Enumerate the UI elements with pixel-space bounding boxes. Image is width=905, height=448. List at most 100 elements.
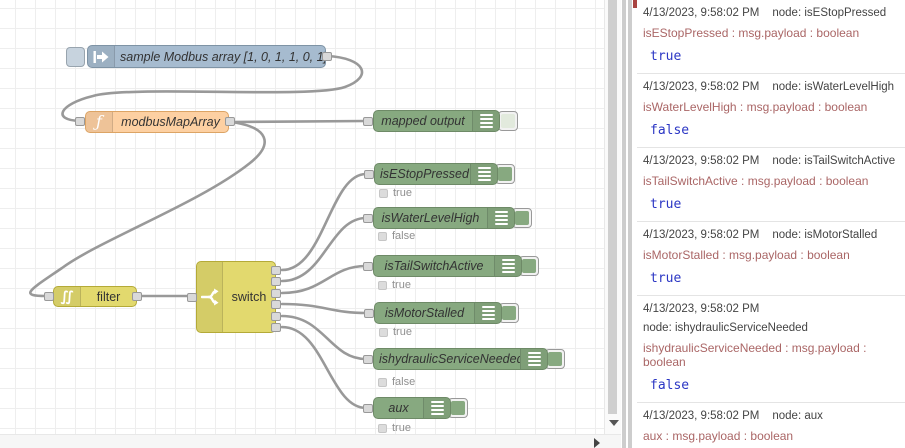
status-dot-icon: [379, 188, 388, 198]
debug-sidebar-icon: [520, 349, 547, 369]
debug-input-port[interactable]: [364, 170, 374, 179]
function-input-port[interactable]: [75, 117, 85, 126]
debug-input-port[interactable]: [364, 309, 374, 318]
debug-node-isestoppressed[interactable]: isEStopPressed: [374, 163, 498, 185]
switch-output-port-6[interactable]: [271, 323, 281, 332]
status-dot-icon: [378, 423, 387, 433]
canvas-horizontal-scrollbar[interactable]: [0, 434, 621, 448]
debug-node-ismotorstalled[interactable]: isMotorStalled: [374, 302, 502, 324]
debug-message-value[interactable]: false: [643, 378, 901, 393]
debug-node-label: isEStopPressed: [380, 167, 469, 181]
debug-toggle-iswaterlevelhigh[interactable]: [512, 208, 532, 228]
vertical-scrollbar-thumb[interactable]: [608, 0, 617, 414]
debug-message-node: node: aux: [772, 410, 823, 422]
flow-canvas[interactable]: sample Modbus array [1, 0, 1, 1, 0, 1] ƒ…: [0, 0, 606, 434]
debug-node-aux[interactable]: aux: [373, 397, 451, 419]
scroll-down-arrow-icon[interactable]: [609, 420, 619, 426]
debug-node-ishydraulicserviceneeded[interactable]: ishydraulicServiceNeeded: [373, 348, 548, 370]
node-red-editor: sample Modbus array [1, 0, 1, 1, 0, 1] ƒ…: [0, 0, 905, 448]
filter-input-port[interactable]: [44, 292, 54, 301]
debug-message-value[interactable]: false: [643, 123, 901, 138]
inject-node-label: sample Modbus array [1, 0, 1, 1, 0, 1]: [120, 49, 325, 64]
debug-message: 4/13/2023, 9:58:02 PM node: isEStopPresse…: [637, 0, 905, 74]
debug-message-value[interactable]: true: [643, 49, 901, 64]
debug-toggle-isestoppressed[interactable]: [495, 164, 515, 184]
debug-message: 4/13/2023, 9:58:02 PM node: isWaterLevelH…: [637, 74, 905, 148]
inject-node[interactable]: sample Modbus array [1, 0, 1, 1, 0, 1]: [87, 45, 326, 68]
inject-arrow-icon: [88, 46, 115, 67]
debug-input-port[interactable]: [363, 355, 373, 364]
status-dot-icon: [378, 377, 387, 387]
function-output-port[interactable]: [225, 117, 235, 126]
filter-icon: ∬: [54, 287, 81, 306]
switch-output-port-2[interactable]: [271, 277, 281, 286]
switch-output-port-1[interactable]: [271, 266, 281, 275]
debug-sidebar-icon: [474, 303, 501, 323]
function-icon: ƒ: [86, 112, 113, 132]
debug-message-value[interactable]: true: [643, 271, 901, 286]
debug-input-port[interactable]: [363, 262, 373, 271]
debug-message-timestamp: 4/13/2023, 9:58:02 PM: [643, 81, 760, 93]
debug-message-timestamp: 4/13/2023, 9:58:02 PM: [643, 7, 760, 19]
switch-output-port-5[interactable]: [271, 312, 281, 321]
debug-message-node: node: isMotorStalled: [772, 229, 878, 241]
debug-message-meta: aux : msg.payload : boolean: [643, 429, 794, 443]
debug-message-node: node: ishydraulicServiceNeeded: [643, 322, 808, 334]
wire-function-to-mapped-output[interactable]: [229, 119, 368, 124]
debug-toggle-istailswitchactive[interactable]: [519, 256, 539, 276]
filter-node[interactable]: ∬ filter: [53, 286, 137, 307]
debug-message-timestamp: 4/13/2023, 9:58:02 PM: [643, 155, 760, 167]
debug-input-port[interactable]: [363, 404, 373, 413]
debug-toggle-ismotorstalled[interactable]: [499, 303, 519, 323]
debug-toggle-ishydraulicserviceneeded[interactable]: [545, 349, 565, 369]
function-node-label: modbusMapArray: [121, 115, 220, 129]
debug-message-node: node: isWaterLevelHigh: [772, 81, 895, 93]
debug-message-node: node: isTailSwitchActive: [772, 155, 896, 167]
switch-output-port-4[interactable]: [271, 300, 281, 309]
debug-toggle-aux[interactable]: [448, 398, 468, 418]
function-node[interactable]: ƒ modbusMapArray: [85, 111, 229, 133]
debug-node-label: mapped output: [381, 114, 465, 128]
switch-input-port[interactable]: [187, 293, 197, 302]
inject-button[interactable]: [66, 47, 85, 67]
debug-sidebar-panel[interactable]: 4/13/2023, 9:58:02 PM node: isEStopPresse…: [637, 0, 905, 448]
switch-fork-icon: [197, 262, 223, 332]
node-status: true: [378, 279, 411, 291]
separator-bar: [628, 0, 632, 448]
debug-node-label: isWaterLevelHigh: [381, 211, 480, 225]
debug-message-meta: isEStopPressed : msg.payload : boolean: [643, 26, 860, 40]
filter-output-port[interactable]: [132, 292, 142, 301]
debug-message-meta: isWaterLevelHigh : msg.payload : boolean: [643, 100, 868, 114]
debug-message: 4/13/2023, 9:58:02 PM node: isMotorStalle…: [637, 222, 905, 296]
debug-node-istailswitchactive[interactable]: isTailSwitchActive: [373, 255, 522, 277]
panel-separator[interactable]: [621, 0, 638, 448]
debug-node-iswaterlevelhigh[interactable]: isWaterLevelHigh: [373, 207, 515, 229]
status-dot-icon: [379, 327, 388, 337]
debug-message-meta: ishydraulicServiceNeeded : msg.payload :…: [643, 341, 867, 369]
debug-node-mapped-output[interactable]: mapped output: [373, 110, 500, 132]
canvas-vertical-scrollbar[interactable]: [604, 0, 621, 434]
wire-switch-to-aux[interactable]: [280, 325, 368, 410]
debug-message-timestamp: 4/13/2023, 9:58:02 PM: [643, 229, 760, 241]
debug-message-value[interactable]: true: [643, 197, 901, 212]
status-dot-icon: [378, 231, 387, 241]
debug-input-port[interactable]: [363, 214, 373, 223]
filter-node-label: filter: [96, 289, 121, 304]
scroll-right-arrow-icon[interactable]: [594, 438, 600, 448]
node-status: false: [378, 376, 415, 388]
switch-node[interactable]: switch: [196, 261, 276, 333]
debug-node-label: isMotorStalled: [384, 306, 465, 320]
debug-sidebar-icon: [494, 256, 521, 276]
wire-switch-to-ismotorstalled[interactable]: [280, 302, 369, 315]
debug-sidebar-icon: [423, 398, 450, 418]
debug-message: 4/13/2023, 9:58:02 PM node: isTailSwitchA…: [637, 148, 905, 222]
wire-switch-to-ishydraulicserviceneeded[interactable]: [280, 314, 368, 361]
inject-output-port[interactable]: [322, 52, 332, 61]
debug-input-port[interactable]: [363, 117, 373, 126]
debug-node-label: aux: [388, 401, 409, 415]
debug-message-node: node: isEStopPressed: [772, 7, 887, 19]
debug-message: 4/13/2023, 9:58:02 PM node: aux aux : msg…: [637, 403, 905, 448]
debug-toggle-mapped-output[interactable]: [498, 111, 518, 131]
node-status: true: [379, 326, 412, 338]
switch-output-port-3[interactable]: [271, 289, 281, 298]
